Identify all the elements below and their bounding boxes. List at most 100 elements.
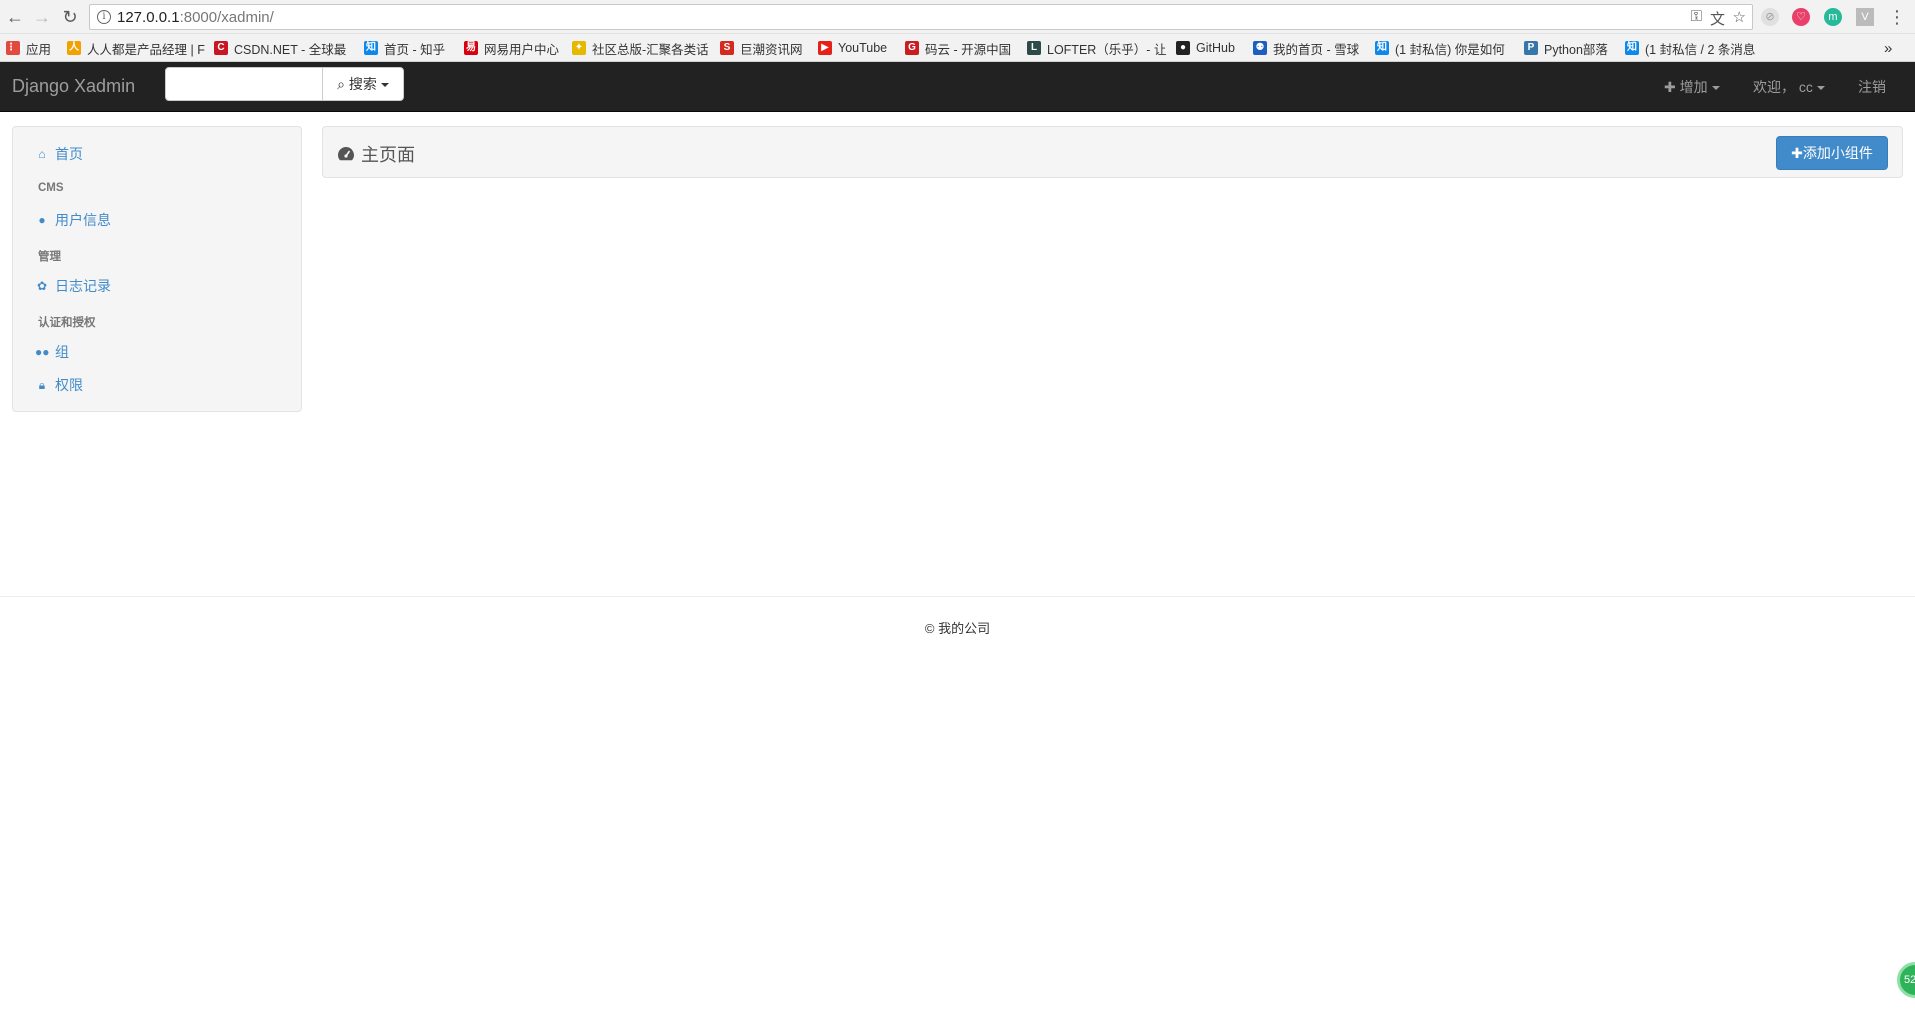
brand[interactable]: Django Xadmin xyxy=(12,76,135,97)
sidebar-heading: 认证和授权 xyxy=(38,317,96,329)
bookmark-favicon-icon: 易 xyxy=(464,41,478,55)
key-icon[interactable]: ⚿ xyxy=(1691,8,1702,25)
bookmark-label: 网易用户中心 xyxy=(484,42,560,57)
sidebar-item-label: 用户信息 xyxy=(55,212,111,228)
bookmark-favicon-icon: ⋮⋮ xyxy=(6,41,26,55)
bookmark-favicon-icon: ✦ xyxy=(572,41,586,55)
bookmark-item[interactable]: G 码云 - 开源中国 xyxy=(905,39,1011,57)
footer: © 我的公司 xyxy=(924,621,991,636)
user-icon: ● xyxy=(38,213,46,227)
bookmark-label: 社区总版-汇聚各类话 xyxy=(592,42,709,57)
plus-icon: ✚ xyxy=(1664,79,1676,95)
top-navbar: Django Xadmin ⌕ 搜索 ✚ 增加 欢迎， cc 注销 xyxy=(0,62,1915,112)
bookmark-favicon-icon: 知 xyxy=(1625,41,1639,55)
star-icon[interactable]: ☆ xyxy=(1733,8,1746,26)
extension-icon[interactable]: ⊘ xyxy=(1761,8,1779,26)
caret-down-icon xyxy=(380,83,389,88)
page-title-text: 主页面 xyxy=(361,145,415,165)
sidebar-heading: 管理 xyxy=(38,251,61,263)
footer-divider xyxy=(0,596,1915,597)
address-bar[interactable]: i 127.0.0.1:8000/xadmin/ ⚿ 文 ☆ xyxy=(89,4,1753,30)
add-menu[interactable]: ✚ 增加 xyxy=(1664,77,1720,97)
bookmark-label: 码云 - 开源中国 xyxy=(925,42,1012,57)
bookmark-item[interactable]: 知 (1 封私信) 你是如何 xyxy=(1375,39,1505,57)
translate-icon[interactable]: 文 xyxy=(1710,8,1725,29)
users-icon: ●● xyxy=(35,345,50,359)
bookmark-label: 应用 xyxy=(26,42,52,57)
floating-badge[interactable]: 52 xyxy=(1897,962,1915,998)
bookmark-item[interactable]: ✦ 社区总版-汇聚各类话 xyxy=(572,39,709,57)
bookmark-item[interactable]: L LOFTER（乐乎）- 让 xyxy=(1027,39,1166,57)
bookmark-label: LOFTER（乐乎）- 让 xyxy=(1047,42,1167,57)
bookmark-favicon-icon: ⚉ xyxy=(1253,41,1267,55)
bookmark-favicon-icon: L xyxy=(1027,41,1041,55)
bookmark-item[interactable]: 知首页 - 知乎 xyxy=(364,39,445,57)
bookmark-label: CSDN.NET - 全球最 xyxy=(234,42,347,57)
extension-icon[interactable]: ♡ xyxy=(1792,8,1810,26)
bookmark-favicon-icon: 人 xyxy=(67,41,81,55)
bookmark-label: 我的首页 - 雪球 xyxy=(1273,42,1360,57)
bookmark-label: (1 封私信 / 2 条消息 xyxy=(1645,42,1756,57)
add-widget-label: 添加小组件 xyxy=(1802,145,1873,161)
bookmark-item[interactable]: ⋮⋮ 应用 xyxy=(6,39,51,57)
bookmark-label: Python部落 xyxy=(1544,42,1608,57)
caret-down-icon xyxy=(1711,86,1720,91)
sidebar-item-user-info[interactable]: ● 用户信息 xyxy=(35,210,111,230)
bookmark-item[interactable]: ● GitHub xyxy=(1176,39,1235,57)
bookmark-label: 人人都是产品经理 | F xyxy=(87,42,205,57)
plus-icon: ✚ xyxy=(1791,145,1803,161)
bookmarks-bar: ⋮⋮ 应用人人人都是产品经理 | F C CSDN.NET - 全球最知首页 - 知乎… xyxy=(0,34,1915,62)
add-widget-button[interactable]: ✚添加小组件 xyxy=(1776,136,1888,170)
search-button[interactable]: ⌕ 搜索 xyxy=(322,67,404,101)
bookmark-label: YouTube xyxy=(838,41,888,55)
sidebar-item-home[interactable]: ⌂ 首页 xyxy=(35,144,83,164)
bookmark-label: (1 封私信) 你是如何 xyxy=(1395,42,1505,57)
search-input[interactable] xyxy=(165,67,323,101)
menu-icon[interactable]: ⋮ xyxy=(1886,6,1908,28)
logout-link[interactable]: 注销 xyxy=(1858,77,1886,97)
bookmark-favicon-icon: C xyxy=(214,41,228,55)
bookmark-favicon-icon: 知 xyxy=(364,41,378,55)
bookmark-label: 巨潮资讯网 xyxy=(740,42,803,57)
reload-icon[interactable]: ↻ xyxy=(59,6,81,28)
bookmark-item[interactable]: P Python部落 xyxy=(1524,39,1608,57)
sidebar: ⌂ 首页 CMS ● 用户信息 管理 ✿ 日志记录 认证和授权 ●● 组 🔒︎ … xyxy=(12,126,302,412)
user-menu[interactable]: 欢迎， cc xyxy=(1753,77,1825,97)
home-icon: ⌂ xyxy=(38,147,46,161)
bookmark-item[interactable]: 易网易用户中心 xyxy=(464,39,559,57)
gear-icon: ✿ xyxy=(36,279,48,293)
search-button-label: 搜索 xyxy=(348,76,377,92)
info-icon[interactable]: i xyxy=(97,10,111,24)
sidebar-item-permissions[interactable]: 🔒︎ 权限 xyxy=(35,375,83,395)
bookmark-item[interactable]: ⚉ 我的首页 - 雪球 xyxy=(1253,39,1359,57)
bookmark-item[interactable]: S 巨潮资讯网 xyxy=(720,39,803,57)
sidebar-item-label: 组 xyxy=(55,344,69,360)
sidebar-item-label: 日志记录 xyxy=(55,278,111,294)
sidebar-item-log[interactable]: ✿ 日志记录 xyxy=(35,276,111,296)
back-icon[interactable]: ← xyxy=(4,6,26,28)
caret-down-icon xyxy=(1816,86,1825,91)
page-title: 主页面 xyxy=(337,141,415,167)
lock-icon: 🔒︎ xyxy=(38,377,46,392)
dashboard-icon xyxy=(338,147,354,161)
bookmark-favicon-icon: S xyxy=(720,41,734,55)
bookmark-item[interactable]: C CSDN.NET - 全球最 xyxy=(214,39,346,57)
bookmark-favicon-icon: ● xyxy=(1176,41,1190,55)
sidebar-item-label: 权限 xyxy=(55,377,83,393)
browser-toolbar: ← → ↻ i 127.0.0.1:8000/xadmin/ ⚿ 文 ☆ ⊘ ♡… xyxy=(0,0,1915,34)
bookmarks-overflow-button[interactable]: » xyxy=(1884,39,1892,57)
extension-icon[interactable]: m xyxy=(1824,8,1842,26)
forward-icon[interactable]: → xyxy=(31,6,53,28)
main-panel-header: 主页面 ✚添加小组件 xyxy=(322,126,1903,178)
bookmark-item[interactable]: 人人人都是产品经理 | F xyxy=(67,39,205,57)
sidebar-item-groups[interactable]: ●● 组 xyxy=(35,342,69,362)
extension-icon[interactable]: V xyxy=(1856,8,1874,26)
bookmark-favicon-icon: 知 xyxy=(1375,41,1389,55)
url-text[interactable]: 127.0.0.1:8000/xadmin/ xyxy=(117,9,274,26)
bookmark-item[interactable]: 知 (1 封私信 / 2 条消息 xyxy=(1625,39,1755,57)
user-menu-label: 欢迎， cc xyxy=(1753,79,1813,95)
sidebar-heading: CMS xyxy=(38,182,64,194)
bookmark-favicon-icon: ▶ xyxy=(818,41,832,55)
bookmark-item[interactable]: ▶ YouTube xyxy=(818,39,887,57)
bookmark-favicon-icon: P xyxy=(1524,41,1538,55)
